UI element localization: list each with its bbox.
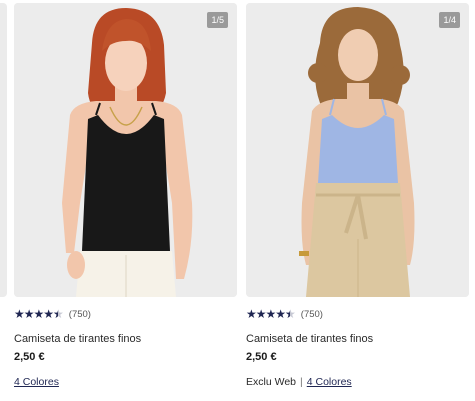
- product-price: 2,50 €: [246, 351, 277, 363]
- rating-count: (750): [300, 308, 323, 320]
- rating-stars: ★★★★★: [14, 307, 64, 321]
- rating: ★★★★★ (750): [14, 307, 237, 321]
- image-counter: 1/5: [207, 12, 228, 28]
- product-photo-curly-hair-model: [246, 3, 469, 297]
- product-price: 2,50 €: [14, 351, 45, 363]
- separator: |: [300, 376, 303, 388]
- rating-count: (750): [68, 308, 91, 320]
- image-counter: 1/4: [439, 12, 460, 28]
- product-name[interactable]: Camiseta de tirantes finos: [14, 332, 237, 346]
- product-image[interactable]: 1/4: [246, 3, 469, 297]
- exclusive-web-label: Exclu Web: [246, 376, 296, 388]
- product-card[interactable]: 1/5 ★★★★★ (750) Camiseta de tirantes fin…: [14, 3, 237, 388]
- product-image[interactable]: 1/5: [14, 3, 237, 297]
- product-photo-red-hair-model: [14, 3, 237, 297]
- product-card[interactable]: 1/4 ★★★★★ (750) Camiseta de tirantes fin…: [246, 3, 469, 388]
- rating: ★★★★★ (750): [246, 307, 469, 321]
- previous-product-card-edge[interactable]: [0, 3, 7, 297]
- colors-link[interactable]: 4 Colores: [307, 376, 352, 388]
- colors-link[interactable]: 4 Colores: [14, 376, 59, 388]
- rating-stars: ★★★★★: [246, 307, 296, 321]
- product-name[interactable]: Camiseta de tirantes finos: [246, 332, 469, 346]
